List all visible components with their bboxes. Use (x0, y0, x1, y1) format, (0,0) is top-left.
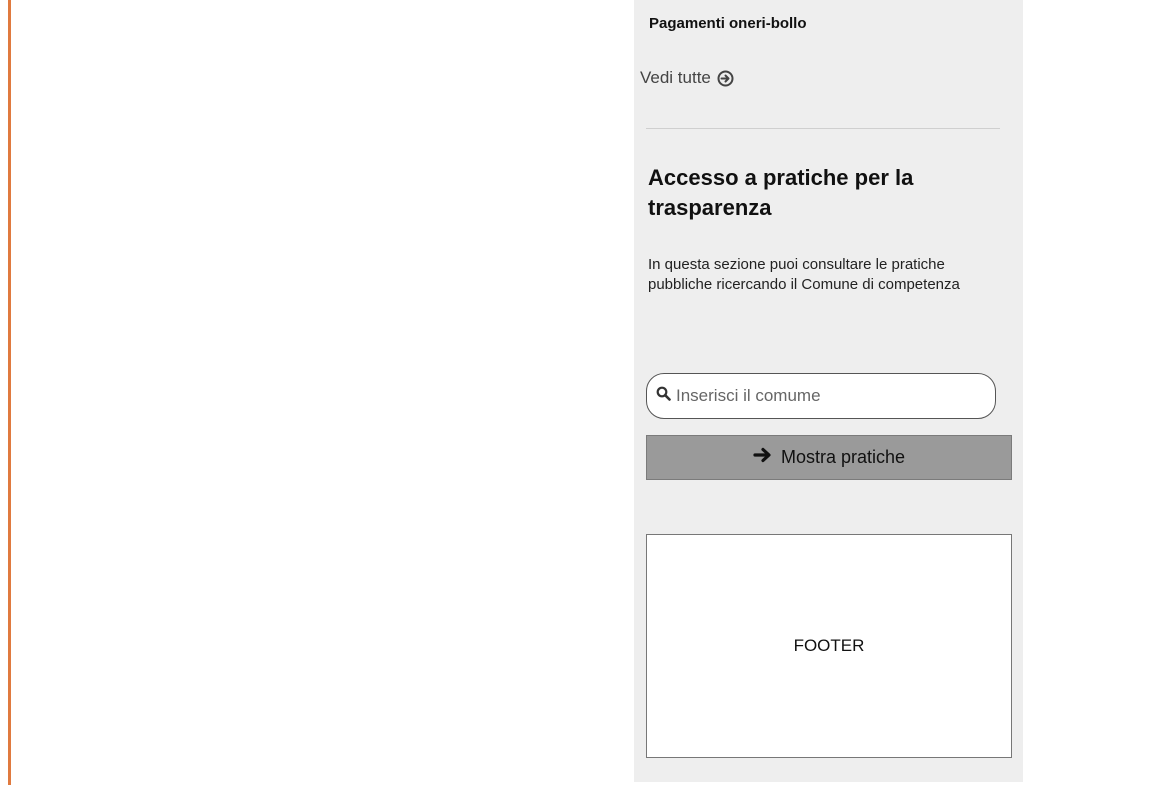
transparency-description: In questa sezione puoi consultare le pra… (648, 256, 960, 293)
transparency-heading: Accesso a pratiche per la trasparenza (648, 165, 914, 220)
footer-placeholder: FOOTER (646, 534, 1012, 758)
see-all-link[interactable]: Vedi tutte (640, 68, 734, 88)
arrow-right-icon (753, 446, 773, 469)
municipality-search-input[interactable] (676, 386, 966, 406)
show-practices-button[interactable]: Mostra pratiche (646, 435, 1012, 480)
search-icon (656, 386, 671, 406)
see-all-label: Vedi tutte (640, 68, 711, 87)
page: Pagamenti oneri-bollo Vedi tutte Accesso… (0, 0, 1172, 785)
circle-arrow-right-icon (717, 70, 734, 87)
sidebar-panel: Pagamenti oneri-bollo Vedi tutte Accesso… (634, 0, 1023, 782)
footer-label: FOOTER (793, 636, 865, 655)
accent-rule (8, 0, 11, 785)
section-divider (646, 128, 1000, 129)
payments-title: Pagamenti oneri-bollo (649, 15, 807, 32)
show-practices-label: Mostra pratiche (780, 447, 906, 467)
municipality-search-field[interactable] (646, 373, 996, 419)
